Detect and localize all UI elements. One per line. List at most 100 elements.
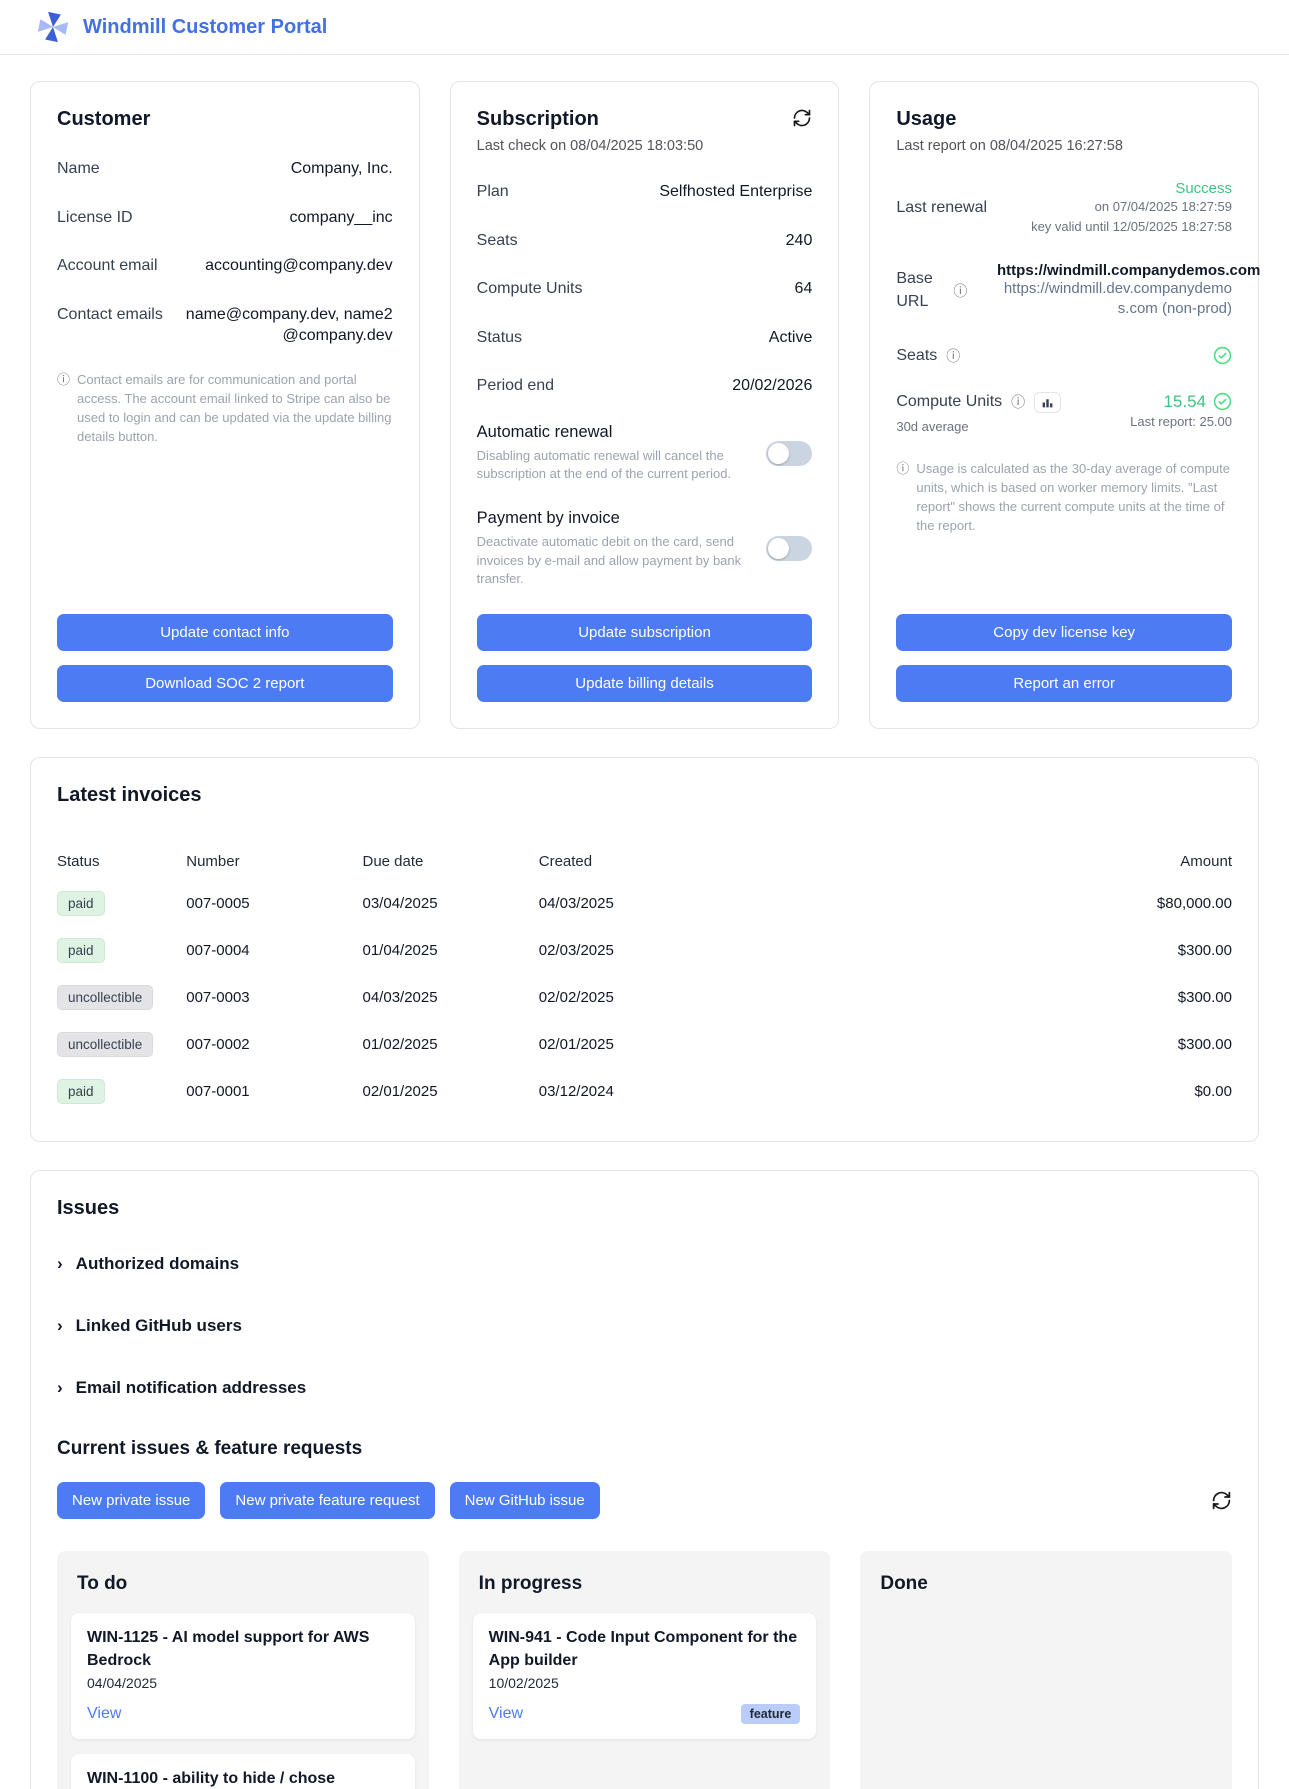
customer-note: ⓘ Contact emails are for communication a… [57,371,393,446]
subscription-card-title: Subscription [477,108,599,131]
column-header-status: Status [57,843,186,880]
new-github-issue-button[interactable]: New GitHub issue [450,1482,600,1519]
board-column-to-do: To do WIN-1125 - AI model support for AWS… [57,1551,429,1789]
collapsible-authorized-domains[interactable]: › Authorized domains [57,1254,1232,1274]
field-value: 240 [786,230,813,252]
field-label: Status [477,327,522,349]
field-row-contact-emails: Contact emails name@company.dev, name2@co… [57,304,393,347]
new-private-feature-request-button[interactable]: New private feature request [220,1482,434,1519]
base-url-primary: https://windmill.companydemos.com [997,262,1232,279]
toggle-label: Payment by invoice [477,509,751,528]
issue-card[interactable]: WIN-1125 - AI model support for AWS Bedr… [71,1613,415,1739]
issue-card[interactable]: WIN-941 - Code Input Component for the A… [473,1613,817,1739]
invoice-status-badge: paid [57,938,105,963]
update-subscription-button[interactable]: Update subscription [477,614,813,651]
field-value: accounting@company.dev [205,255,393,277]
field-row-plan: PlanSelfhosted Enterprise [477,181,813,203]
usage-card-title: Usage [896,108,1232,131]
invoice-status-badge: uncollectible [57,985,153,1010]
base-url-row: Base URL ⓘ https://windmill.companydemos… [896,262,1232,320]
last-renewal-row: Last renewal Success on 07/04/2025 18:27… [896,180,1232,236]
column-header-number: Number [186,843,362,880]
field-row-name: NameCompany, Inc. [57,158,393,180]
collapsible-label: Authorized domains [76,1254,239,1274]
view-link[interactable]: View [87,1705,121,1723]
toggle-description: Deactivate automatic debit on the card, … [477,533,751,588]
new-private-issue-button[interactable]: New private issue [57,1482,205,1519]
refresh-issues-icon[interactable] [1211,1490,1232,1511]
info-icon[interactable]: ⓘ [1011,392,1025,412]
field-label: License ID [57,207,133,229]
invoice-due-date-cell: 03/04/2025 [363,880,539,927]
field-value: name@company.dev, name2@company.dev [185,304,393,347]
refresh-subscription-icon[interactable] [792,108,812,128]
copy-dev-license-key-button[interactable]: Copy dev license key [896,614,1232,651]
invoice-due-date-cell: 01/04/2025 [363,927,539,974]
invoice-status-badge: paid [57,891,105,916]
field-row-seats: Seats240 [477,230,813,252]
usage-note-text: Usage is calculated as the 30-day averag… [916,460,1232,535]
subscription-card: Subscription Last check on 08/04/2025 18… [450,81,840,729]
field-value: Active [769,327,813,349]
windmill-logo-icon [34,8,72,46]
compute-units-sub: 30d average [896,417,1061,437]
issue-card[interactable]: WIN-1100 - ability to hide / chose place… [71,1754,415,1789]
update-billing-details-button[interactable]: Update billing details [477,665,813,702]
field-value: Selfhosted Enterprise [659,181,812,203]
issue-card-title: WIN-1125 - AI model support for AWS Bedr… [87,1626,399,1672]
invoice-status-badge: uncollectible [57,1032,153,1057]
app-header: Windmill Customer Portal [0,0,1289,55]
page-content: Customer NameCompany, Inc.License IDcomp… [0,55,1289,1789]
info-icon[interactable]: ⓘ [946,346,960,366]
customer-note-text: Contact emails are for communication and… [77,371,393,446]
base-url-label: Base URL [896,268,944,313]
field-row-period-end: Period end20/02/2026 [477,375,813,397]
latest-invoices-panel: Latest invoices Status Number Due date C… [30,757,1259,1142]
invoice-created-cell: 02/02/2025 [539,974,1044,1021]
invoice-status-cell: uncollectible [57,1021,186,1068]
field-row-status: Status Active [477,327,813,349]
invoice-amount-cell: $300.00 [1044,927,1232,974]
payment-by-invoice-toggle[interactable] [766,536,812,561]
field-label: Contact emails [57,304,163,347]
automatic-renewal-toggle[interactable] [766,441,812,466]
field-label: Name [57,158,100,180]
chevron-right-icon: › [57,1255,63,1272]
board-column-title: To do [77,1573,409,1595]
last-renewal-label: Last renewal [896,180,987,236]
collapsible-linked-github-users[interactable]: ›Linked GitHub users [57,1316,1232,1336]
requests-actions: New private issue New private feature req… [57,1482,1232,1519]
invoice-number-cell: 007-0003 [186,974,362,1021]
update-contact-info-button[interactable]: Update contact info [57,614,393,651]
invoice-row: paid007-000503/04/202504/03/2025$80,000.… [57,880,1232,927]
check-circle-icon [1213,392,1232,411]
column-header-created: Created [539,843,1044,880]
issue-card-footer: View [87,1703,399,1725]
invoice-status-cell: paid [57,927,186,974]
board-column-in-progress: In progressWIN-941 - Code Input Componen… [459,1551,831,1789]
invoice-number-cell: 007-0005 [186,880,362,927]
collapsible-email-notification-addresses[interactable]: ›Email notification addresses [57,1378,1232,1398]
field-row-account-email: Account emailaccounting@company.dev [57,255,393,277]
chart-icon[interactable] [1034,392,1061,413]
invoice-status-badge: paid [57,1079,105,1104]
view-link[interactable]: View [489,1705,523,1723]
report-an-error-button[interactable]: Report an error [896,665,1232,702]
renewal-status: Success [1031,180,1232,197]
invoice-due-date-cell: 04/03/2025 [363,974,539,1021]
base-url-secondary: https://windmill.dev.companydemos.com (n… [997,279,1232,320]
subscription-last-check: Last check on 08/04/2025 18:03:50 [477,138,813,154]
info-icon[interactable]: ⓘ [953,281,967,301]
field-value: 20/02/2026 [732,375,812,397]
issue-card-date: 04/04/2025 [87,1675,399,1691]
chevron-right-icon: › [57,1317,63,1334]
invoice-status-cell: paid [57,880,186,927]
column-header-amount: Amount [1044,843,1232,880]
invoice-created-cell: 03/12/2024 [539,1068,1044,1115]
column-header-due-date: Due date [363,843,539,880]
field-row-compute-units: Compute Units64 [477,278,813,300]
download-soc-2-report-button[interactable]: Download SOC 2 report [57,665,393,702]
issues-board: To do WIN-1125 - AI model support for AWS… [57,1551,1232,1789]
invoice-row: paid007-000102/01/202503/12/2024$0.00 [57,1068,1232,1115]
invoice-number-cell: 007-0004 [186,927,362,974]
